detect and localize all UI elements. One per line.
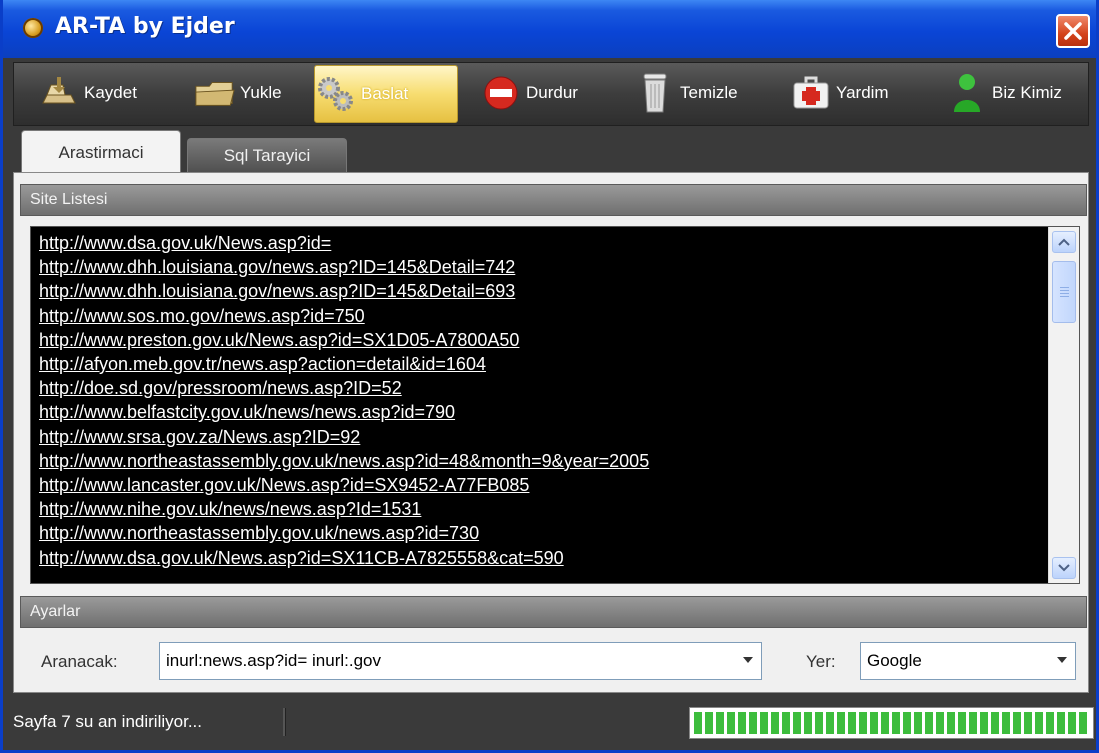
load-button[interactable]: Yukle [194,65,282,121]
search-engine-combo[interactable]: Google [860,642,1076,680]
toolbar: Kaydet Yukle Baslat Durdur Temizle Yardi… [13,62,1089,126]
progress-bar [689,707,1094,739]
app-window: AR-TA by Ejder Kaydet Yukle Baslat Durdu… [0,0,1099,753]
start-button-label: Baslat [361,84,409,103]
about-button-label: Biz Kimiz [992,83,1062,102]
site-list-item[interactable]: http://afyon.meb.gov.tr/news.asp?action=… [39,352,649,376]
close-icon [1064,22,1082,40]
scrollbar[interactable] [1048,227,1079,583]
location-label: Yer: [806,652,836,671]
close-button[interactable] [1056,14,1090,48]
scroll-thumb[interactable] [1052,261,1076,323]
scroll-up-button[interactable] [1052,231,1076,253]
load-button-label: Yukle [240,83,282,102]
first-aid-icon [790,72,832,114]
save-icon [38,72,80,114]
site-list-item[interactable]: http://www.dsa.gov.uk/News.asp?id=SX11CB… [39,546,649,570]
site-list-item[interactable]: http://www.dhh.louisiana.gov/news.asp?ID… [39,255,649,279]
start-button[interactable]: Baslat [314,65,458,123]
site-list-item[interactable]: http://www.preston.gov.uk/News.asp?id=SX… [39,328,649,352]
help-button[interactable]: Yardim [790,65,889,121]
search-query-combo[interactable]: inurl:news.asp?id= inurl:.gov [159,642,762,680]
search-engine-value: Google [867,651,922,670]
site-list-item[interactable]: http://www.lancaster.gov.uk/News.asp?id=… [39,473,649,497]
stop-button[interactable]: Durdur [480,65,578,121]
chevron-down-icon [1058,564,1070,572]
app-icon [23,18,43,38]
site-list-item[interactable]: http://www.dhh.louisiana.gov/news.asp?ID… [39,279,649,303]
user-icon [946,72,988,114]
site-list-item[interactable]: http://www.dsa.gov.uk/News.asp?id= [39,231,649,255]
search-label: Aranacak: [41,652,118,671]
load-folder-icon [194,72,236,114]
tab-sql-tarayici[interactable]: Sql Tarayici [187,138,347,172]
title-bar[interactable]: AR-TA by Ejder [3,0,1096,58]
tab-arastirmaci[interactable]: Arastirmaci [21,130,181,174]
status-text: Sayfa 7 su an indiriliyor... [13,712,202,731]
stop-button-label: Durdur [526,83,578,102]
site-list-item[interactable]: http://www.northeastassembly.gov.uk/news… [39,521,649,545]
scroll-down-button[interactable] [1052,557,1076,579]
site-list-header: Site Listesi [20,184,1087,216]
window-title: AR-TA by Ejder [55,14,235,39]
settings-header: Ayarlar [20,596,1087,628]
site-list-item[interactable]: http://www.srsa.gov.za/News.asp?ID=92 [39,425,649,449]
help-button-label: Yardim [836,83,889,102]
site-list-items: http://www.dsa.gov.uk/News.asp?id= http:/… [39,231,649,570]
site-list-item[interactable]: http://doe.sd.gov/pressroom/news.asp?ID=… [39,376,649,400]
status-bar: Sayfa 7 su an indiriliyor... [3,696,1096,750]
site-list-item[interactable]: http://www.belfastcity.gov.uk/news/news.… [39,400,649,424]
chevron-down-icon[interactable] [1057,657,1067,663]
site-list-item[interactable]: http://www.northeastassembly.gov.uk/news… [39,449,649,473]
save-button[interactable]: Kaydet [38,65,137,121]
about-button[interactable]: Biz Kimiz [946,65,1062,121]
progress-fill [694,712,1089,734]
site-list-item[interactable]: http://www.nihe.gov.uk/news/news.asp?Id=… [39,497,649,521]
save-button-label: Kaydet [84,83,137,102]
gears-icon [315,73,357,115]
site-list-item[interactable]: http://www.sos.mo.gov/news.asp?id=750 [39,304,649,328]
trash-icon [634,72,676,114]
clear-button[interactable]: Temizle [634,65,738,121]
status-separator [283,708,286,736]
site-list[interactable]: http://www.dsa.gov.uk/News.asp?id= http:/… [30,226,1080,584]
chevron-down-icon[interactable] [743,657,753,663]
stop-icon [480,72,522,114]
chevron-up-icon [1058,238,1070,246]
clear-button-label: Temizle [680,83,738,102]
search-query-value: inurl:news.asp?id= inurl:.gov [166,651,381,670]
